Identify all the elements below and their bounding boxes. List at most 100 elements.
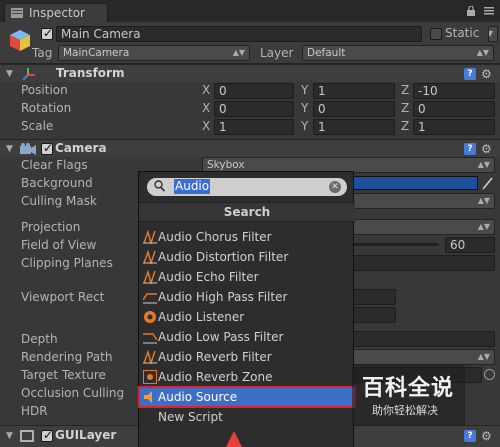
component-item-label: Audio Reverb Filter: [158, 350, 272, 364]
gear-icon[interactable]: ⚙: [481, 143, 493, 155]
background-color-swatch[interactable]: [352, 176, 478, 190]
tag-dropdown[interactable]: MainCamera ▲▼: [58, 45, 250, 61]
target-texture-label: Target Texture: [21, 368, 106, 382]
scale-y-field[interactable]: 1: [313, 119, 395, 135]
transform-title: Transform: [56, 66, 125, 80]
rotation-x-field[interactable]: 0: [214, 101, 294, 117]
viewport-rect-label: Viewport Rect: [21, 290, 105, 304]
audio-filter-icon: [143, 293, 157, 304]
position-label: Position: [21, 83, 68, 97]
axis-x-label: X: [202, 119, 211, 133]
rotation-label: Rotation: [21, 101, 72, 115]
position-x-field[interactable]: 0: [214, 83, 294, 99]
audio-filter-icon: [143, 350, 157, 364]
fov-slider-track[interactable]: [352, 243, 438, 246]
component-item-audio-distortion-filter[interactable]: Audio Distortion Filter: [139, 247, 355, 267]
watermark: 百科全说 助你轻松解决: [352, 364, 465, 426]
audio-filter-icon: [143, 250, 157, 264]
help-icon[interactable]: ?: [464, 68, 476, 80]
fov-label: Field of View: [21, 238, 97, 252]
clipping-near-field[interactable]: [352, 255, 495, 271]
watermark-title: 百科全说: [362, 376, 455, 401]
camera-title: Camera: [55, 141, 107, 155]
active-checkbox[interactable]: ✓: [41, 26, 53, 40]
layer-label: Layer: [260, 46, 294, 60]
gameobject-cube-icon: [10, 30, 30, 51]
axis-z-label: Z: [401, 83, 410, 97]
tab-label: Inspector: [29, 6, 85, 20]
foldout-arrow-icon[interactable]: ▼: [6, 431, 13, 441]
guilayer-enabled-checkbox[interactable]: ✓: [41, 428, 53, 442]
gameobject-header: ✓ Main Camera Static ▼ Tag MainCamera▲▼ …: [0, 22, 500, 64]
rendering-path-dropdown[interactable]: ▲▼: [352, 349, 495, 365]
component-item-audio-reverb-filter[interactable]: Audio Reverb Filter: [139, 347, 355, 367]
rendering-path-label: Rendering Path: [21, 350, 113, 364]
object-picker-icon[interactable]: [484, 369, 495, 380]
component-item-label: Audio High Pass Filter: [158, 290, 288, 304]
projection-dropdown[interactable]: ▲▼: [352, 219, 495, 235]
scale-z-field[interactable]: 1: [413, 119, 495, 135]
component-item-label: Audio Source: [158, 390, 238, 404]
axis-z-label: Z: [401, 119, 410, 133]
projection-label: Projection: [21, 220, 81, 234]
clear-flags-label: Clear Flags: [21, 158, 88, 172]
position-y-field[interactable]: 1: [313, 83, 395, 99]
gear-icon[interactable]: ⚙: [481, 68, 493, 80]
pointer-arrow: [226, 431, 242, 447]
guilayer-title: GUILayer: [55, 428, 117, 442]
layer-dropdown[interactable]: Default ▲▼: [302, 45, 494, 61]
camera-enabled-checkbox[interactable]: ✓: [41, 141, 53, 155]
culling-mask-label: Culling Mask: [21, 194, 97, 208]
axis-x-label: X: [202, 83, 211, 97]
popup-title: Search: [139, 202, 355, 222]
fov-field[interactable]: 60: [445, 237, 495, 253]
axis-y-label: Y: [301, 83, 309, 97]
axis-y-label: Y: [301, 101, 309, 115]
help-icon[interactable]: ?: [464, 143, 476, 155]
viewport-w-field[interactable]: [352, 307, 396, 323]
foldout-arrow-icon[interactable]: ▼: [6, 69, 13, 79]
component-item-new-script[interactable]: New Script: [139, 407, 355, 427]
camera-header[interactable]: ▼ ✓ Camera ? ⚙: [0, 139, 500, 157]
static-dropdown[interactable]: ▼: [488, 26, 498, 42]
component-item-audio-reverb-zone[interactable]: Audio Reverb Zone: [139, 367, 355, 387]
tab-inspector[interactable]: Inspector: [4, 3, 108, 22]
static-checkbox[interactable]: [430, 28, 442, 40]
component-item-label: Audio Chorus Filter: [158, 230, 272, 244]
component-item-label: Audio Low Pass Filter: [158, 330, 284, 344]
transform-header[interactable]: ▼ Transform ? ⚙: [0, 64, 500, 82]
search-icon: [154, 180, 165, 192]
gameobject-name-field[interactable]: Main Camera: [56, 26, 422, 42]
clear-search-icon[interactable]: ✕: [329, 181, 341, 193]
culling-mask-dropdown[interactable]: ▲▼: [352, 193, 495, 209]
lock-icon[interactable]: [466, 6, 476, 16]
viewport-x-field[interactable]: [352, 289, 396, 305]
position-z-field[interactable]: -10: [413, 83, 495, 99]
component-item-audio-low-pass-filter[interactable]: Audio Low Pass Filter: [139, 327, 355, 347]
component-item-audio-high-pass-filter[interactable]: Audio High Pass Filter: [139, 287, 355, 307]
foldout-arrow-icon[interactable]: ▼: [6, 144, 13, 154]
component-item-label: Audio Distortion Filter: [158, 250, 289, 264]
scale-x-field[interactable]: 1: [214, 119, 294, 135]
depth-field[interactable]: [352, 331, 495, 347]
clipping-planes-label: Clipping Planes: [21, 256, 113, 270]
help-icon[interactable]: ?: [464, 430, 476, 442]
axis-x-label: X: [202, 101, 211, 115]
menu-icon[interactable]: [484, 7, 494, 15]
component-item-audio-source[interactable]: Audio Source: [138, 386, 356, 408]
inspector-icon: [11, 8, 23, 18]
rotation-y-field[interactable]: 0: [313, 101, 395, 117]
component-item-label: Audio Reverb Zone: [158, 370, 273, 384]
audio-filter-icon: [143, 230, 157, 244]
rotation-z-field[interactable]: 0: [413, 101, 495, 117]
gear-icon[interactable]: ⚙: [481, 430, 493, 442]
eyedropper-icon[interactable]: [482, 176, 494, 190]
axis-z-label: Z: [401, 101, 410, 115]
component-item-audio-listener[interactable]: Audio Listener: [139, 307, 355, 327]
component-item-audio-chorus-filter[interactable]: Audio Chorus Filter: [139, 227, 355, 247]
tag-label: Tag: [32, 46, 53, 60]
component-item-audio-echo-filter[interactable]: Audio Echo Filter: [139, 267, 355, 287]
component-item-label: New Script: [158, 410, 223, 424]
background-label: Background: [21, 176, 93, 190]
component-search-field[interactable]: Audio ✕: [147, 178, 347, 196]
